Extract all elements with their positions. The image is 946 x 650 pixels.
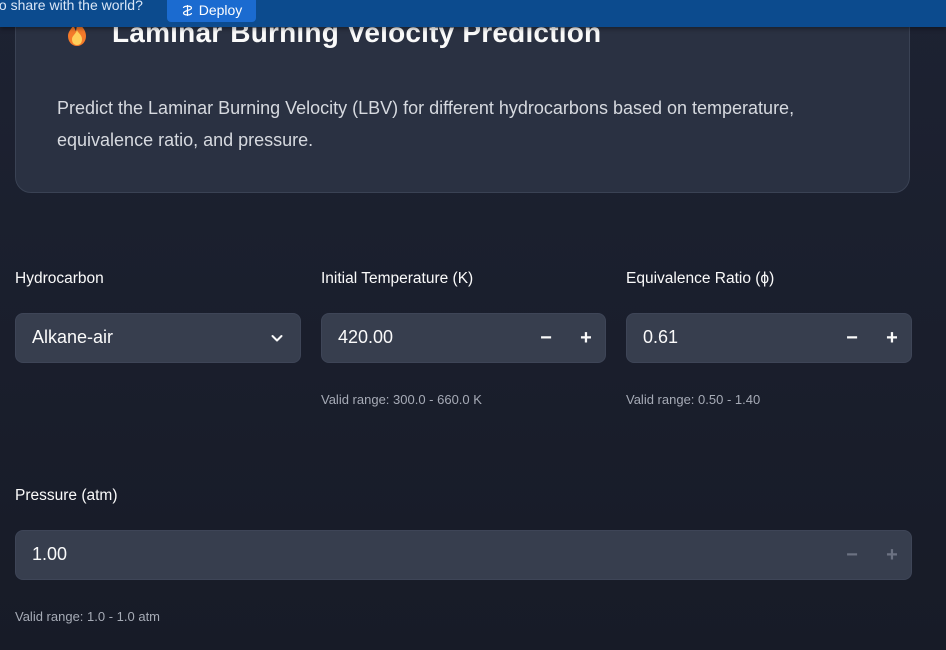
pressure-value[interactable]: 1.00	[32, 544, 67, 565]
temperature-input[interactable]: 420.00 − +	[321, 313, 606, 363]
deploy-banner: to share with the world? Deploy	[0, 0, 946, 27]
deploy-button[interactable]: Deploy	[167, 0, 256, 22]
equivalence-ratio-range-hint: Valid range: 0.50 - 1.40	[626, 392, 761, 407]
temperature-value[interactable]: 420.00	[338, 327, 393, 348]
deploy-button-label: Deploy	[198, 1, 243, 18]
equivalence-ratio-value[interactable]: 0.61	[643, 327, 678, 348]
temperature-increment-button[interactable]: +	[574, 326, 598, 350]
pressure-input[interactable]: 1.00 − +	[15, 530, 912, 580]
app-page: to share with the world? Deploy Laminar …	[0, 0, 946, 650]
temperature-label: Initial Temperature (K)	[321, 270, 474, 287]
equivalence-ratio-increment-button[interactable]: +	[880, 326, 904, 350]
equivalence-ratio-label: Equivalence Ratio (ϕ)	[626, 270, 775, 287]
pressure-decrement-button[interactable]: −	[840, 543, 864, 567]
header-card: Laminar Burning Velocity Prediction Pred…	[15, 0, 910, 193]
temperature-decrement-button[interactable]: −	[534, 326, 558, 350]
chevron-down-icon[interactable]	[270, 331, 284, 345]
page-description: Predict the Laminar Burning Velocity (LB…	[57, 98, 795, 150]
equivalence-ratio-input[interactable]: 0.61 − +	[626, 313, 912, 363]
hydrocarbon-selected-value: Alkane-air	[32, 327, 114, 347]
temperature-range-hint: Valid range: 300.0 - 660.0 K	[321, 392, 482, 407]
hydrocarbon-label: Hydrocarbon	[15, 270, 104, 287]
pressure-label: Pressure (atm)	[15, 487, 118, 504]
deploy-icon	[181, 4, 194, 17]
hydrocarbon-select[interactable]: Alkane-air	[15, 313, 301, 363]
equivalence-ratio-decrement-button[interactable]: −	[840, 326, 864, 350]
pressure-range-hint: Valid range: 1.0 - 1.0 atm	[15, 609, 161, 624]
deploy-prompt-text: to share with the world?	[0, 0, 143, 13]
pressure-increment-button[interactable]: +	[880, 543, 904, 567]
